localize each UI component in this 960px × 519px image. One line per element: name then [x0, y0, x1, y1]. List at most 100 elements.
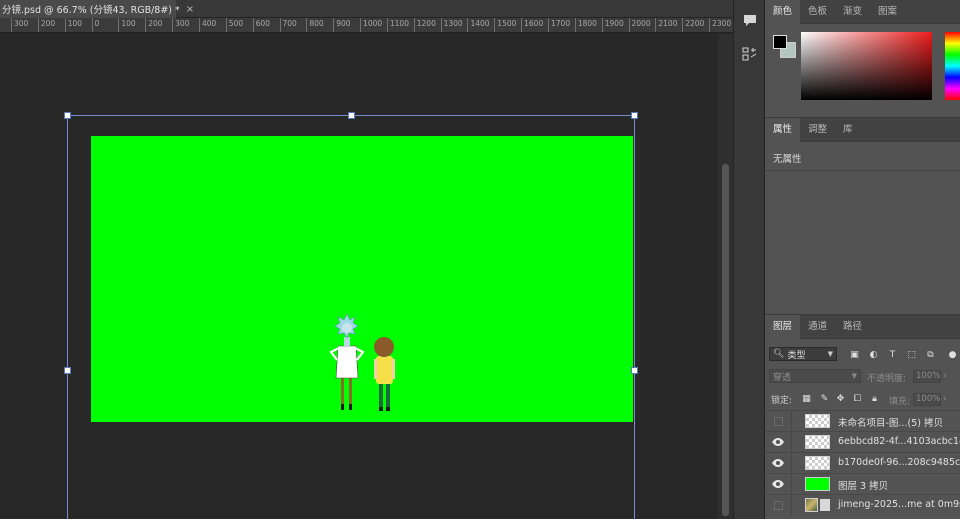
- properties-panel-tab[interactable]: 属性: [765, 118, 801, 142]
- eye-icon[interactable]: [771, 457, 785, 469]
- adjust-layers-icon[interactable]: [740, 44, 760, 64]
- lock-artboard-icon[interactable]: ⧠: [852, 393, 863, 404]
- search-icon: 🔍︎: [773, 349, 785, 359]
- blend-opacity-row: 穿透 ▼ 不透明度: 100% ›: [765, 367, 960, 385]
- color-panel-tab[interactable]: 颜色: [765, 0, 801, 24]
- ruler-tick-label: 2100: [655, 18, 677, 32]
- scrollbar-thumb[interactable]: [722, 164, 729, 516]
- layers-panel-tab[interactable]: 通道: [800, 315, 835, 339]
- color-panel-tabs: 颜色 色板 渐变 图案: [765, 0, 960, 24]
- ruler-tick-label: 2300: [709, 18, 731, 32]
- document-tab-bar: 分镜.psd @ 66.7% (分镜43, RGB/8#) * ×: [0, 0, 733, 18]
- layer-row[interactable]: 未命名项目-图...(5) 拷贝: [765, 410, 960, 432]
- fill-field[interactable]: 100%: [913, 393, 941, 406]
- properties-panel-tab[interactable]: 调整: [800, 118, 835, 142]
- ruler-tick-label: 1200: [413, 18, 436, 32]
- ruler-tick-label: 400: [198, 18, 216, 32]
- kind-filter-value: 类型: [787, 350, 806, 361]
- properties-panel: 属性 调整库 无属性: [765, 117, 960, 311]
- document-tab[interactable]: 分镜.psd @ 66.7% (分镜43, RGB/8#) * ×: [0, 0, 194, 18]
- smart-object-filter-icon[interactable]: ⧉: [925, 349, 936, 360]
- type-filter-icon[interactable]: T: [887, 349, 898, 360]
- comment-icon[interactable]: [740, 10, 760, 30]
- foreground-color-swatch[interactable]: [773, 35, 787, 49]
- lock-image-icon[interactable]: ✎: [819, 393, 830, 404]
- transform-handle-top-center[interactable]: [348, 112, 355, 119]
- ruler-tick-label: 1500: [494, 18, 516, 32]
- eye-icon[interactable]: [771, 478, 785, 490]
- color-panel: 颜色 色板 渐变 图案: [765, 0, 960, 113]
- layers-panel-tab[interactable]: 图层: [765, 315, 801, 339]
- horizontal-ruler[interactable]: 300 200 100 0 100 200 300 400 500 600 700 800 900 100…: [0, 18, 733, 33]
- blend-mode-select[interactable]: 穿透 ▼: [769, 369, 861, 383]
- layer-name: jimeng-2025...me at 0m9s: [838, 499, 960, 510]
- shape-filter-icon[interactable]: ⬚: [906, 349, 917, 360]
- lock-transparent-icon[interactable]: ▦: [801, 393, 812, 404]
- vertical-scrollbar[interactable]: [718, 34, 733, 519]
- divider: [765, 170, 960, 171]
- opacity-slider-arrow-icon[interactable]: ›: [943, 371, 947, 381]
- lock-all-icon[interactable]: 🔒︎: [869, 393, 880, 404]
- fill-slider-arrow-icon[interactable]: ›: [943, 394, 947, 404]
- layers-panel-tab[interactable]: 路径: [835, 315, 870, 339]
- ruler-tick-label: 500: [225, 18, 243, 32]
- transform-bounding-box[interactable]: [67, 115, 635, 519]
- chevron-down-icon: ▼: [827, 350, 833, 358]
- ruler-tick-label: 1900: [601, 18, 624, 32]
- chevron-down-icon: ▼: [851, 372, 857, 380]
- ruler-tick-label: 2000: [628, 18, 651, 32]
- layer-row[interactable]: jimeng-2025...me at 0m9s: [765, 494, 960, 516]
- visibility-toggle[interactable]: [774, 417, 783, 426]
- smart-object-icon: [820, 499, 830, 511]
- transform-handle-top-right[interactable]: [631, 112, 638, 119]
- ruler-tick-label: 100: [118, 18, 136, 32]
- layers-panel: 图层 通道 路径 🔍︎ 类型 ▼ ▣ ◐ T ⬚ ⧉ ● 穿透 ▼ 不透明度: …: [765, 314, 960, 519]
- ruler-tick-label: 200: [145, 18, 163, 32]
- filter-toggle-icon[interactable]: ●: [947, 349, 958, 360]
- ruler-tick-label: 600: [252, 18, 270, 32]
- layer-name: 图层 3 拷贝: [838, 481, 889, 492]
- color-panel-tab[interactable]: 图案: [870, 0, 905, 24]
- opacity-field[interactable]: 100%: [913, 370, 941, 383]
- layer-row[interactable]: 图层 3 拷贝: [765, 473, 960, 495]
- ruler-tick-label: 900: [333, 18, 351, 32]
- divider: [791, 495, 792, 516]
- ruler-tick-label: 1800: [574, 18, 597, 32]
- properties-panel-tab[interactable]: 库: [835, 118, 861, 142]
- close-tab-icon[interactable]: ×: [186, 4, 194, 15]
- color-picker-field[interactable]: [801, 32, 932, 100]
- transform-handle-middle-right[interactable]: [631, 367, 638, 374]
- panel-icon-strip: [733, 0, 765, 519]
- hue-slider[interactable]: [945, 32, 960, 100]
- transform-handle-middle-left[interactable]: [64, 367, 71, 374]
- color-panel-tab[interactable]: 渐变: [835, 0, 870, 24]
- properties-panel-tabs: 属性 调整库: [765, 118, 960, 142]
- kind-filter-select[interactable]: 🔍︎ 类型 ▼: [769, 347, 837, 361]
- layer-row[interactable]: 6ebbcd82-4f...4103acbc14: [765, 431, 960, 453]
- ruler-tick-label: 1000: [360, 18, 382, 32]
- eye-icon[interactable]: [771, 436, 785, 448]
- right-panels: 颜色 色板 渐变 图案 属性 调整库 无属性 图层 通道 路径 🔍︎ 类型 ▼ ▣ ◐ T: [765, 0, 960, 519]
- layer-filter-row: 🔍︎ 类型 ▼ ▣ ◐ T ⬚ ⧉ ●: [765, 343, 960, 363]
- visibility-toggle[interactable]: [774, 501, 783, 510]
- color-panel-tab[interactable]: 色板: [800, 0, 835, 24]
- transform-handle-top-left[interactable]: [64, 112, 71, 119]
- adjustment-filter-icon[interactable]: ◐: [868, 349, 879, 360]
- pixel-filter-icon[interactable]: ▣: [849, 349, 860, 360]
- no-properties-text: 无属性: [773, 154, 802, 165]
- ruler-tick-label: 300: [172, 18, 189, 32]
- layer-row[interactable]: b170de0f-96...208c9485c7: [765, 452, 960, 474]
- photoshop-window: 分镜.psd @ 66.7% (分镜43, RGB/8#) * × 300 200…: [0, 0, 960, 519]
- ruler-tick-label: 1600: [521, 18, 543, 32]
- layer-name: 未命名项目-图...(5) 拷贝: [838, 418, 943, 429]
- layer-name: 6ebbcd82-4f...4103acbc14: [838, 436, 960, 447]
- ruler-tick-label: 200: [37, 18, 55, 32]
- ruler-tick-label: 1100: [386, 18, 409, 32]
- ruler-tick-label: 800: [306, 18, 324, 32]
- divider: [791, 474, 792, 495]
- fill-label: 填充:: [889, 397, 911, 407]
- ruler-tick-label: 0: [91, 18, 99, 32]
- layers-panel-tabs: 图层 通道 路径: [765, 315, 960, 339]
- divider: [791, 453, 792, 474]
- lock-position-icon[interactable]: ✥: [835, 393, 846, 404]
